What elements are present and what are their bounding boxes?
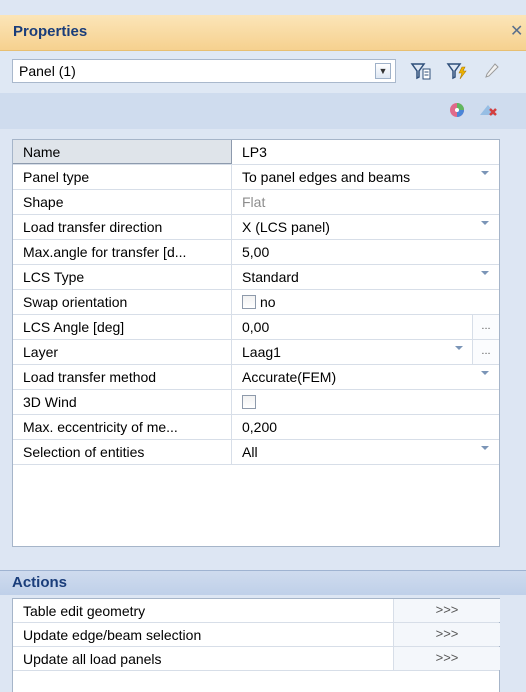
table-row[interactable]: Load transfer method Accurate(FEM) — [13, 365, 499, 390]
table-row[interactable]: 3D Wind — [13, 390, 499, 415]
action-label: Table edit geometry — [23, 603, 146, 619]
run-action-button[interactable]: >>> — [393, 647, 500, 670]
filter-lightning-icon[interactable] — [446, 61, 468, 83]
properties-panel: Properties ✕ Panel (1) ▼ Name LP3 Panel … — [0, 0, 526, 692]
property-value-text: X (LCS panel) — [242, 219, 330, 235]
close-icon[interactable]: ✕ — [510, 21, 523, 41]
property-value[interactable]: 5,00 — [232, 240, 499, 264]
secondary-toolbar — [0, 93, 526, 129]
run-action-button[interactable]: >>> — [393, 599, 500, 622]
table-row[interactable]: Selection of entities All — [13, 440, 499, 465]
table-row[interactable]: LCS Angle [deg] 0,00... — [13, 315, 499, 340]
property-name: Load transfer direction — [13, 215, 232, 239]
chevron-down-icon[interactable] — [481, 371, 489, 375]
property-name: Load transfer method — [13, 365, 232, 389]
property-value: Flat — [242, 194, 266, 210]
property-value[interactable]: All — [232, 440, 499, 464]
selection-dropdown[interactable]: Panel (1) ▼ — [12, 59, 396, 83]
property-value-text: All — [242, 444, 258, 460]
table-row[interactable]: LCS Type Standard — [13, 265, 499, 290]
actions-header: Actions — [0, 570, 526, 595]
property-value[interactable] — [232, 390, 499, 414]
swap-orientation-checkbox[interactable] — [242, 295, 256, 309]
property-name: Max.angle for transfer [d... — [13, 240, 232, 264]
property-value-text: Laag1 — [242, 344, 281, 360]
table-row[interactable]: Shape Flat — [13, 190, 499, 215]
chevron-down-icon[interactable] — [481, 221, 489, 225]
property-value-text: no — [260, 294, 276, 310]
pencil-icon[interactable] — [482, 61, 502, 83]
table-row[interactable]: Max. eccentricity of me... 0,200 — [13, 415, 499, 440]
property-value-text: To panel edges and beams — [242, 169, 411, 185]
property-value[interactable]: no — [232, 290, 499, 314]
3d-wind-checkbox[interactable] — [242, 395, 256, 409]
chevron-down-icon[interactable] — [481, 271, 489, 275]
chevron-down-icon[interactable] — [481, 446, 489, 450]
selection-value: Panel (1) — [19, 63, 76, 79]
property-value[interactable]: LP3 — [232, 140, 499, 164]
run-action-button[interactable]: >>> — [393, 623, 500, 646]
property-value-text: Accurate(FEM) — [242, 369, 337, 385]
property-value[interactable]: Accurate(FEM) — [232, 365, 499, 389]
ellipsis-button[interactable]: ... — [472, 340, 499, 364]
property-value[interactable]: 0,200 — [232, 415, 499, 439]
property-name: LCS Type — [13, 265, 232, 289]
color-palette-icon[interactable] — [448, 101, 468, 124]
chevron-down-icon[interactable] — [455, 346, 463, 350]
action-label: Update edge/beam selection — [23, 627, 202, 643]
properties-header: Properties ✕ — [0, 15, 526, 51]
property-value-text: Standard — [242, 269, 299, 285]
action-label: Update all load panels — [23, 651, 162, 667]
filter-select-icon[interactable] — [410, 61, 432, 83]
selection-row: Panel (1) ▼ — [0, 51, 526, 93]
table-row[interactable]: Layer Laag1... — [13, 340, 499, 365]
property-value[interactable]: 0,00... — [232, 315, 499, 339]
property-grid: Name LP3 Panel type To panel edges and b… — [12, 139, 500, 547]
property-name: Name — [13, 140, 232, 164]
property-name: Layer — [13, 340, 232, 364]
property-value[interactable]: Standard — [232, 265, 499, 289]
action-row[interactable]: Table edit geometry >>> — [13, 599, 500, 623]
property-value[interactable]: To panel edges and beams — [232, 165, 499, 189]
table-row[interactable]: Load transfer direction X (LCS panel) — [13, 215, 499, 240]
property-value[interactable]: Laag1... — [232, 340, 499, 364]
actions-list: Table edit geometry >>> Update edge/beam… — [12, 598, 500, 692]
properties-title: Properties — [13, 23, 88, 40]
table-row[interactable]: Swap orientation no — [13, 290, 499, 315]
property-name: 3D Wind — [13, 390, 232, 414]
actions-title: Actions — [12, 574, 68, 591]
ellipsis-button[interactable]: ... — [472, 315, 499, 339]
chevron-down-icon[interactable] — [481, 171, 489, 175]
property-name: Swap orientation — [13, 290, 232, 314]
table-row[interactable]: Name LP3 — [13, 140, 499, 165]
table-row[interactable]: Panel type To panel edges and beams — [13, 165, 499, 190]
table-row[interactable]: Max.angle for transfer [d... 5,00 — [13, 240, 499, 265]
property-value-text: 0,00 — [242, 319, 270, 335]
property-name: Shape — [13, 190, 232, 214]
property-name: Selection of entities — [13, 440, 232, 464]
property-value[interactable]: X (LCS panel) — [232, 215, 499, 239]
chevron-down-icon[interactable]: ▼ — [375, 63, 391, 79]
property-name: Max. eccentricity of me... — [13, 415, 232, 439]
action-row[interactable]: Update edge/beam selection >>> — [13, 623, 500, 647]
property-name: LCS Angle [deg] — [13, 315, 232, 339]
action-row[interactable]: Update all load panels >>> — [13, 647, 500, 671]
remove-color-icon[interactable] — [478, 101, 500, 124]
property-name: Panel type — [13, 165, 232, 189]
